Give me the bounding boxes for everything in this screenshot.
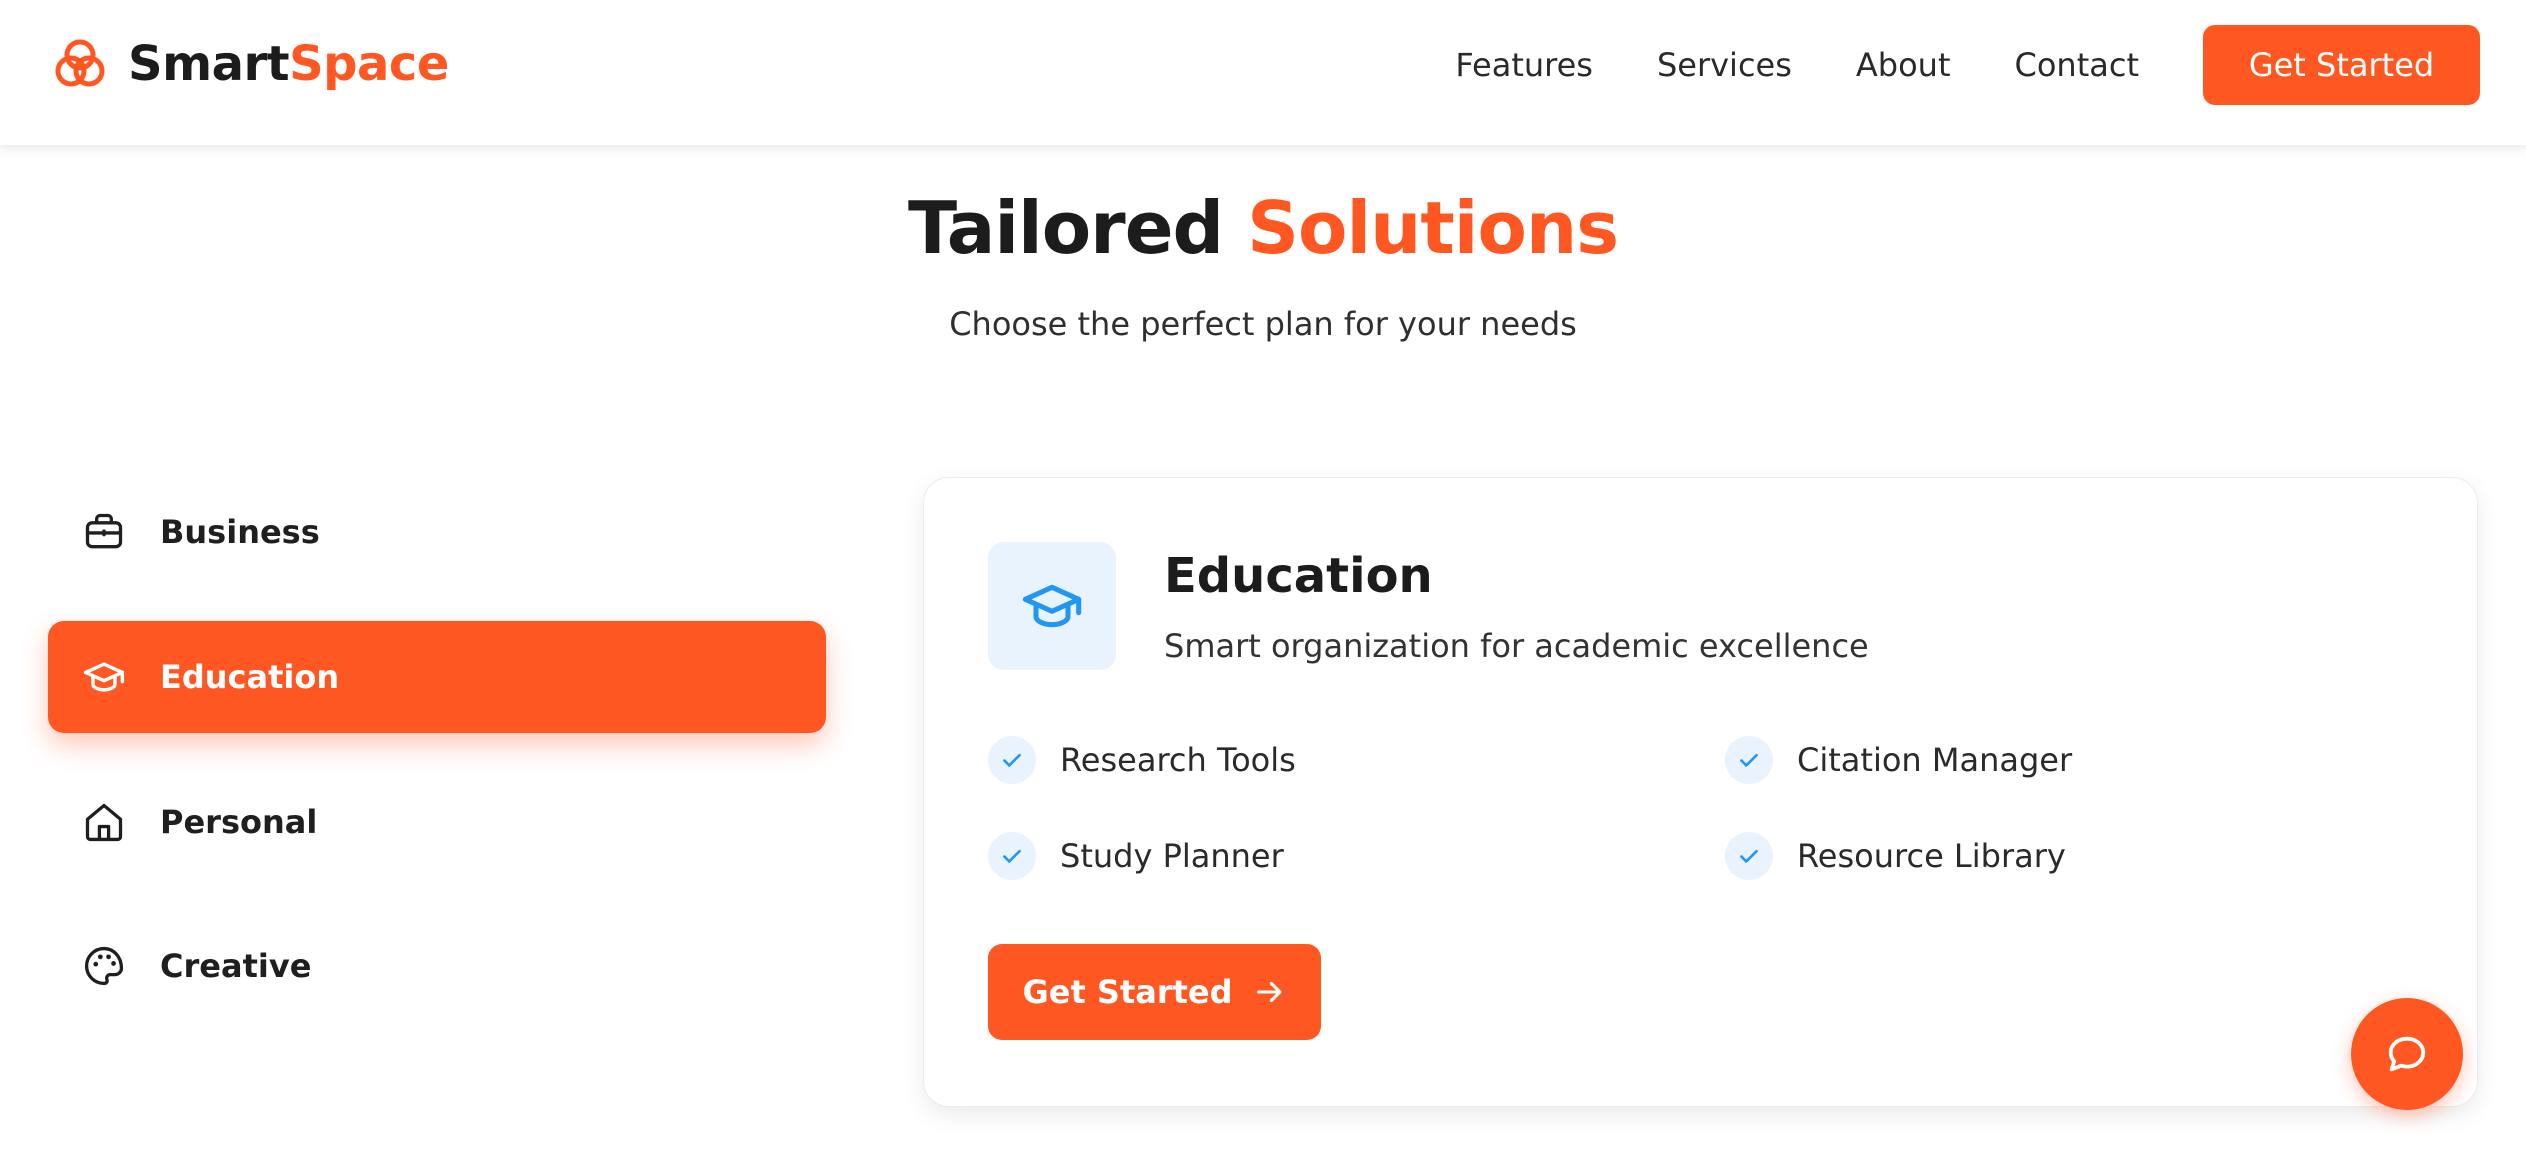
graduation-cap-icon bbox=[83, 662, 125, 692]
feature-item: Study Planner bbox=[988, 831, 1284, 881]
section-subtitle: Choose the perfect plan for your needs bbox=[949, 305, 1577, 343]
section-title-part1: Tailored bbox=[907, 186, 1248, 270]
brand-name: SmartSpace bbox=[128, 36, 449, 92]
feature-label: Study Planner bbox=[1060, 837, 1284, 875]
tab-business-label: Business bbox=[160, 513, 320, 551]
arrow-right-icon bbox=[1256, 981, 1281, 1003]
feature-label: Resource Library bbox=[1797, 837, 2066, 875]
plan-get-started-button[interactable]: Get Started bbox=[988, 944, 1321, 1040]
briefcase-icon bbox=[85, 513, 123, 549]
header-get-started-button[interactable]: Get Started bbox=[2203, 25, 2480, 105]
tab-business[interactable]: Business bbox=[48, 476, 826, 588]
tab-personal[interactable]: Personal bbox=[48, 766, 826, 878]
nav-link-about[interactable]: About bbox=[1856, 46, 1951, 84]
brand-logo[interactable]: SmartSpace bbox=[52, 36, 449, 92]
feature-item: Resource Library bbox=[1725, 831, 2066, 881]
section-title: Tailored Solutions bbox=[0, 188, 2526, 268]
feature-item: Research Tools bbox=[988, 735, 1296, 785]
plan-card: Education Smart organization for academi… bbox=[923, 477, 2478, 1107]
plan-description: Smart organization for academic excellen… bbox=[1164, 627, 1869, 665]
tab-education-label: Education bbox=[160, 658, 340, 696]
home-icon bbox=[85, 803, 123, 842]
tab-education[interactable]: Education bbox=[48, 621, 826, 733]
graduation-cap-icon bbox=[1022, 584, 1082, 628]
check-icon bbox=[1725, 736, 1773, 784]
section-title-accent: Solutions bbox=[1247, 186, 1619, 270]
site-header: SmartSpace Features Services About Conta… bbox=[0, 0, 2526, 145]
check-icon bbox=[988, 832, 1036, 880]
check-icon bbox=[1725, 832, 1773, 880]
plan-get-started-label: Get Started bbox=[1022, 973, 1233, 1011]
nav-link-contact[interactable]: Contact bbox=[2015, 46, 2140, 84]
palette-icon bbox=[84, 946, 124, 986]
plan-title: Education bbox=[1164, 548, 1433, 604]
check-icon bbox=[988, 736, 1036, 784]
chat-button[interactable] bbox=[2351, 998, 2463, 1110]
nav-link-services[interactable]: Services bbox=[1657, 46, 1792, 84]
chat-bubble-icon bbox=[2388, 1036, 2426, 1072]
brand-name-part1: Smart bbox=[128, 36, 290, 92]
main-nav: Features Services About Contact Get Star… bbox=[1455, 25, 2480, 105]
plan-icon-box bbox=[988, 542, 1116, 670]
tab-creative-label: Creative bbox=[160, 947, 312, 985]
feature-item: Citation Manager bbox=[1725, 735, 2072, 785]
tab-creative[interactable]: Creative bbox=[48, 910, 826, 1022]
interlocking-rings-icon bbox=[55, 39, 105, 87]
tab-personal-label: Personal bbox=[160, 803, 318, 841]
brand-name-part2: Space bbox=[289, 36, 449, 92]
feature-label: Research Tools bbox=[1060, 741, 1296, 779]
nav-link-features[interactable]: Features bbox=[1455, 46, 1593, 84]
feature-label: Citation Manager bbox=[1797, 741, 2073, 779]
